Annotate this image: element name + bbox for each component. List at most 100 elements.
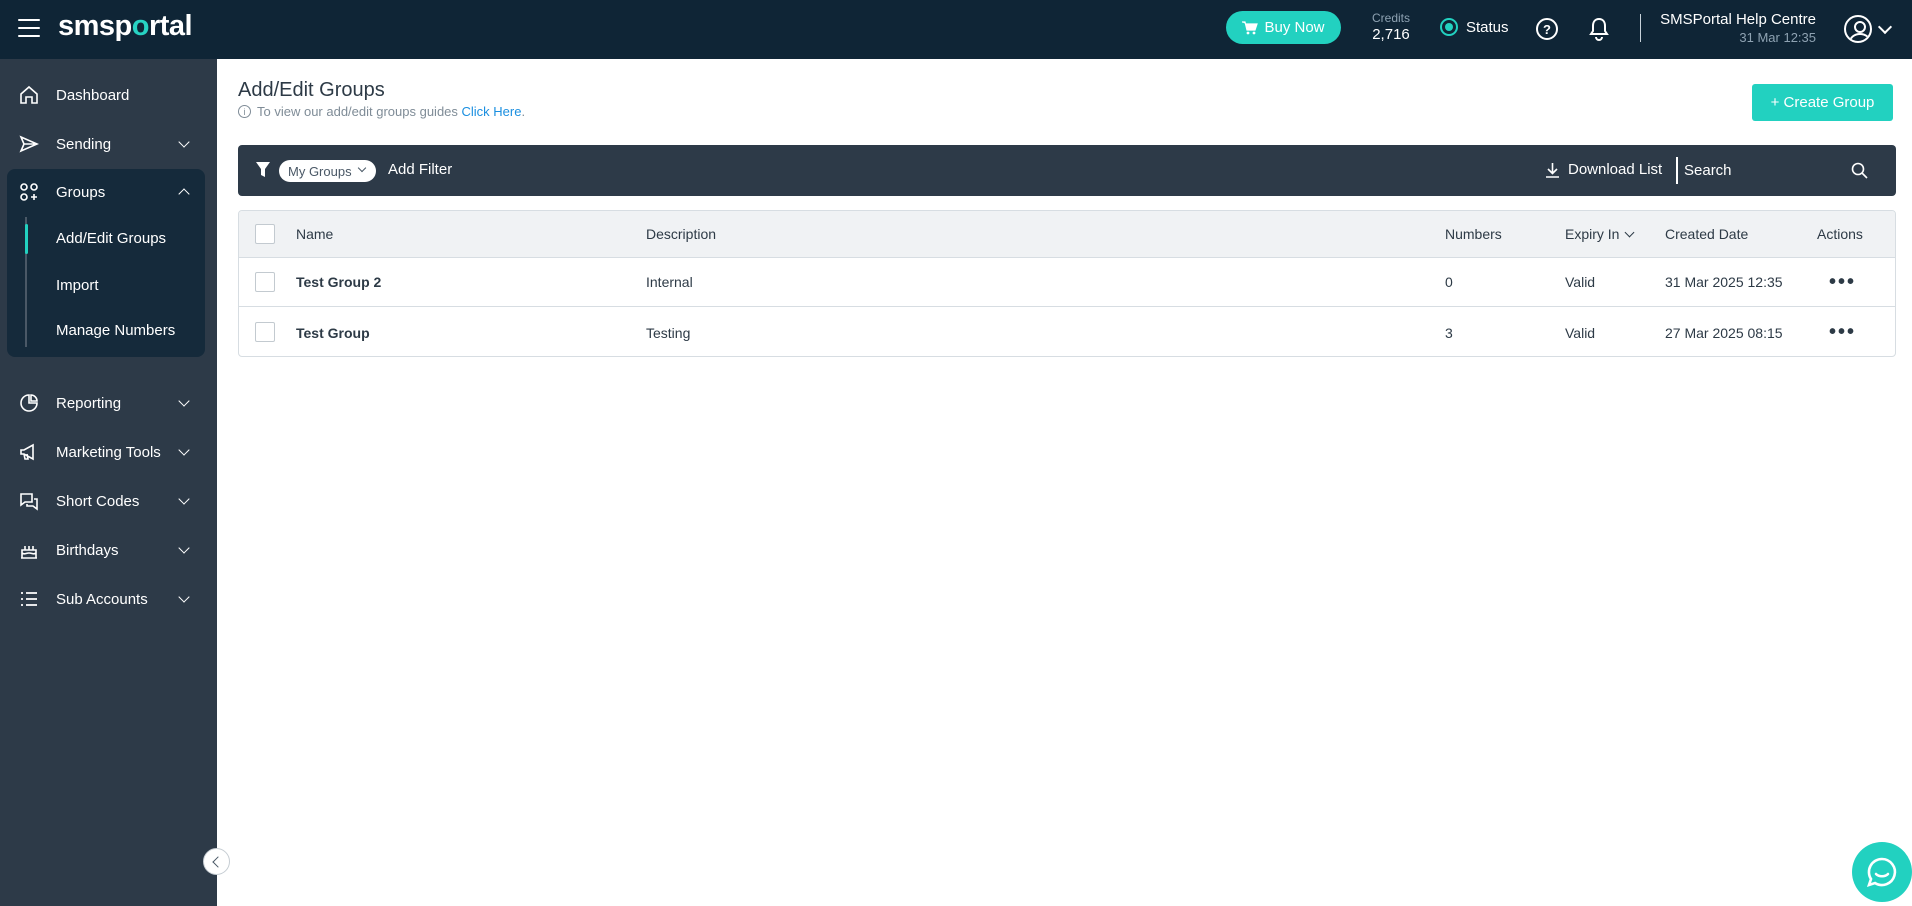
header-numbers[interactable]: Numbers [1445,211,1502,257]
sidebar-item-label: Dashboard [56,86,130,104]
chevron-down-icon [357,163,367,173]
group-numbers: 0 [1445,274,1453,290]
header-created-date[interactable]: Created Date [1665,211,1748,257]
search-input[interactable] [1684,157,1844,184]
sidebar-subitem-add-edit-groups[interactable]: Add/Edit Groups [56,230,166,247]
group-description: Testing [646,324,691,341]
megaphone-icon [18,441,40,463]
sidebar-item-dashboard[interactable]: Dashboard [0,73,217,117]
sidebar-item-label: Reporting [56,394,122,412]
hamburger-menu-icon[interactable] [18,19,40,39]
bell-icon[interactable] [1588,17,1610,41]
download-list-button[interactable]: Download List [1545,161,1662,178]
row-checkbox[interactable] [255,322,275,342]
create-group-button[interactable]: + Create Group [1752,84,1893,121]
group-name[interactable]: Test Group [296,308,370,356]
chevron-down-icon [178,395,190,407]
my-groups-label: My Groups [288,163,352,179]
chart-icon [18,392,40,414]
sidebar-item-label: Sub Accounts [56,590,148,608]
table-row: Test Group 2 Internal 0 Valid 31 Mar 202… [239,258,1895,307]
header-description[interactable]: Description [646,211,716,257]
guide-link[interactable]: Click Here [462,104,522,119]
groups-icon [18,181,40,203]
group-expiry: Valid [1565,274,1596,290]
sidebar-item-label: Short Codes [56,492,140,510]
chat-icon [18,490,40,512]
group-created-date: 31 Mar 2025 12:35 [1665,274,1783,290]
credits-value: 2,716 [1372,26,1410,43]
help-centre-label: SMSPortal Help Centre [1660,11,1816,28]
sidebar-item-marketing-tools[interactable]: Marketing Tools [0,430,217,474]
sidebar-item-sending[interactable]: Sending [0,122,217,166]
header-name[interactable]: Name [296,211,333,257]
smsportal-logo[interactable]: smsportal [58,10,193,43]
info-icon: i [238,105,251,118]
download-list-label: Download List [1568,161,1663,178]
my-groups-dropdown[interactable]: My Groups [279,160,376,182]
group-name[interactable]: Test Group 2 [296,258,381,306]
group-expiry: Valid [1565,324,1596,341]
chevron-down-icon [178,591,190,603]
select-all-checkbox[interactable] [255,224,275,244]
cart-icon [1242,20,1259,34]
list-icon [18,588,40,610]
top-bar: smsportal Buy Now Credits 2,716 Status ?… [0,0,1912,59]
buy-now-label: Buy Now [1264,19,1325,36]
status-label: Status [1466,18,1509,36]
header-expiry-in[interactable]: Expiry In [1565,211,1635,257]
status-button[interactable]: Status [1440,18,1509,36]
cake-icon [18,539,40,561]
group-description: Internal [646,274,693,290]
topbar-divider [1640,14,1641,42]
sort-chevron-icon [1625,227,1635,237]
row-actions-menu-icon[interactable]: ••• [1829,308,1856,356]
home-icon [18,84,40,106]
groups-table: Name Description Numbers Expiry In Creat… [238,210,1896,357]
help-centre-link[interactable]: SMSPortal Help Centre 31 Mar 12:35 [1660,11,1816,45]
sidebar-item-short-codes[interactable]: Short Codes [0,479,217,523]
table-row: Test Group Testing 3 Valid 27 Mar 2025 0… [239,308,1895,356]
status-indicator-icon [1440,18,1458,36]
chevron-down-icon [178,136,190,148]
chat-bubble-icon [1866,857,1897,888]
sidebar-item-sub-accounts[interactable]: Sub Accounts [0,577,217,621]
chevron-down-icon [178,493,190,505]
live-chat-button[interactable] [1852,842,1912,902]
group-numbers: 3 [1445,324,1453,341]
add-filter-button[interactable]: Add Filter [388,161,452,178]
table-header: Name Description Numbers Expiry In Creat… [239,211,1895,258]
row-checkbox[interactable] [255,272,275,292]
header-actions: Actions [1817,226,1863,242]
sidebar: Dashboard Sending Groups Add/Edit Groups… [0,59,217,906]
row-actions-menu-icon[interactable]: ••• [1829,258,1856,306]
chevron-down-icon [178,444,190,456]
chevron-up-icon [178,188,190,200]
sidebar-subitem-import[interactable]: Import [56,277,99,294]
current-datetime: 31 Mar 12:35 [1739,30,1816,45]
search-icon[interactable] [1851,162,1868,179]
filter-bar: My Groups Add Filter Download List [238,145,1896,196]
send-icon [18,133,40,155]
sidebar-item-label: Birthdays [56,541,119,559]
user-avatar-icon[interactable] [1844,15,1872,43]
buy-now-button[interactable]: Buy Now [1226,11,1341,44]
collapse-sidebar-button[interactable] [203,848,230,875]
chevron-down-icon[interactable] [1877,19,1893,35]
sidebar-item-birthdays[interactable]: Birthdays [0,528,217,572]
sidebar-item-label: Marketing Tools [56,443,161,461]
filter-divider [1676,157,1678,184]
sidebar-item-label: Groups [56,183,106,201]
sidebar-item-reporting[interactable]: Reporting [0,381,217,425]
help-icon[interactable]: ? [1536,18,1558,40]
credits-label: Credits [1371,11,1410,25]
guide-text: i To view our add/edit groups guides Cli… [238,104,525,119]
submenu-active-indicator [25,224,28,254]
sidebar-item-groups[interactable]: Groups [0,170,217,214]
page-title: Add/Edit Groups [238,79,385,101]
chevron-down-icon [178,542,190,554]
download-icon [1546,162,1559,178]
sidebar-item-label: Sending [56,135,112,153]
sidebar-subitem-manage-numbers[interactable]: Manage Numbers [56,322,175,339]
filter-icon[interactable] [256,162,270,178]
